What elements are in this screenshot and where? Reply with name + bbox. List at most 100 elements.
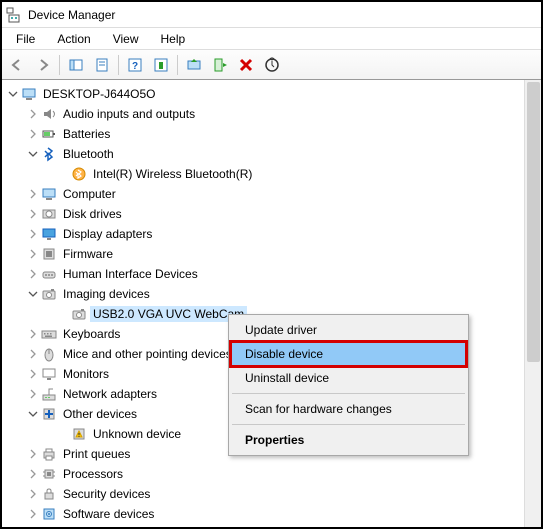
update-driver-button[interactable] [182,53,206,77]
tree-node-audio[interactable]: Audio inputs and outputs [4,104,541,124]
chevron-right-icon[interactable] [26,387,40,401]
show-hide-console-button[interactable] [64,53,88,77]
tree-node-label: Audio inputs and outputs [60,106,198,122]
menu-bar: File Action View Help [2,28,541,50]
ctx-uninstall-device[interactable]: Uninstall device [231,366,466,390]
tree-node-bluetooth-child-0[interactable]: Intel(R) Wireless Bluetooth(R) [4,164,541,184]
chevron-right-icon[interactable] [26,467,40,481]
chevron-right-icon[interactable] [26,487,40,501]
chevron-right-icon [56,307,70,321]
chevron-right-icon[interactable] [26,367,40,381]
tree-node-label: Imaging devices [60,286,153,302]
window-title: Device Manager [28,8,115,22]
disk-icon [40,205,58,223]
toolbar: ? [2,50,541,80]
tree-node-label: Unknown device [90,426,184,442]
tree-node-label: Intel(R) Wireless Bluetooth(R) [90,166,255,182]
back-button[interactable] [5,53,29,77]
chevron-right-icon[interactable] [26,447,40,461]
ctx-properties[interactable]: Properties [231,428,466,452]
tree-node-security[interactable]: Security devices [4,484,541,504]
chevron-right-icon[interactable] [26,227,40,241]
scan-hardware-button[interactable] [260,53,284,77]
tree-node-software[interactable]: Software devices [4,504,541,524]
ctx-separator [232,424,465,425]
other-icon [40,405,58,423]
tree-node-bluetooth[interactable]: Bluetooth [4,144,541,164]
chevron-right-icon[interactable] [26,187,40,201]
chevron-down-icon[interactable] [26,407,40,421]
tree-node-label: Firmware [60,246,116,262]
menu-action[interactable]: Action [47,30,100,48]
ctx-update-driver[interactable]: Update driver [231,318,466,342]
menu-help[interactable]: Help [151,30,196,48]
chevron-down-icon[interactable] [26,287,40,301]
camera-icon [40,285,58,303]
ctx-separator [232,393,465,394]
chevron-down-icon[interactable] [26,147,40,161]
menu-file[interactable]: File [6,30,45,48]
tree-node-label: Monitors [60,366,112,382]
tree-node-hid[interactable]: Human Interface Devices [4,264,541,284]
uninstall-device-button[interactable] [234,53,258,77]
action-properties-button[interactable] [149,53,173,77]
enable-device-button[interactable] [208,53,232,77]
scrollbar-thumb[interactable] [527,82,540,362]
tree-node-computer[interactable]: Computer [4,184,541,204]
computer_root-icon [20,85,38,103]
tree-node-label: Security devices [60,486,153,502]
chevron-right-icon [56,427,70,441]
toolbar-separator [118,55,119,75]
tree-node-firmware[interactable]: Firmware [4,244,541,264]
tree-node-battery[interactable]: Batteries [4,124,541,144]
tree-node-label: Keyboards [60,326,123,342]
mouse-icon [40,345,58,363]
toolbar-separator [59,55,60,75]
tree-node-display[interactable]: Display adapters [4,224,541,244]
tree-node-label: Software devices [60,506,157,522]
chevron-right-icon[interactable] [26,267,40,281]
bt-device-icon [70,165,88,183]
tree-node-label: USB2.0 VGA UVC WebCam [90,306,247,322]
menu-view[interactable]: View [103,30,149,48]
app-icon [6,7,22,23]
tree-node-label: Disk drives [60,206,125,222]
tree-node-disk[interactable]: Disk drives [4,204,541,224]
chevron-right-icon[interactable] [26,207,40,221]
tree-node-label: DESKTOP-J644O5O [40,86,159,102]
tree-node-label: Bluetooth [60,146,117,162]
tree-node-label: Processors [60,466,126,482]
tree-node-label: Other devices [60,406,140,422]
ctx-disable-device[interactable]: Disable device [231,342,466,366]
forward-button[interactable] [31,53,55,77]
tree-node-camera[interactable]: Imaging devices [4,284,541,304]
computer-icon [40,185,58,203]
help-button[interactable]: ? [123,53,147,77]
monitor-icon [40,365,58,383]
bluetooth-icon [40,145,58,163]
chevron-right-icon[interactable] [26,247,40,261]
vertical-scrollbar[interactable] [524,80,541,527]
warn-icon [70,425,88,443]
tree-node-label: Network adapters [60,386,160,402]
chevron-down-icon[interactable] [6,87,20,101]
properties-sheet-button[interactable] [90,53,114,77]
chevron-right-icon[interactable] [26,507,40,521]
chevron-right-icon[interactable] [26,107,40,121]
tree-node-root[interactable]: DESKTOP-J644O5O [4,84,541,104]
security-icon [40,485,58,503]
chevron-right-icon[interactable] [26,327,40,341]
battery-icon [40,125,58,143]
device-tree[interactable]: DESKTOP-J644O5O Audio inputs and outputs B… [2,80,541,527]
tree-node-label: Mice and other pointing devices [60,346,235,362]
network-icon [40,385,58,403]
chevron-right-icon[interactable] [26,127,40,141]
chevron-right-icon[interactable] [26,347,40,361]
firmware-icon [40,245,58,263]
hid-icon [40,265,58,283]
ctx-scan-hardware[interactable]: Scan for hardware changes [231,397,466,421]
tree-node-label: Batteries [60,126,113,142]
camera-icon [70,305,88,323]
keyboard-icon [40,325,58,343]
tree-node-cpu[interactable]: Processors [4,464,541,484]
